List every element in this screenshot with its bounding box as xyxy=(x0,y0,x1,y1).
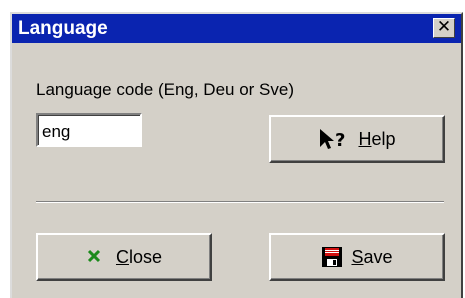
save-label-rest: ave xyxy=(363,246,393,267)
close-button[interactable]: Close xyxy=(36,233,212,281)
divider xyxy=(36,201,444,203)
language-code-input[interactable] xyxy=(36,113,142,147)
title-bar[interactable]: Language ✕ xyxy=(12,14,461,45)
help-access-key: H xyxy=(358,128,372,149)
help-pointer-icon-svg: ? xyxy=(320,129,346,151)
help-button[interactable]: ? Help xyxy=(269,115,445,163)
help-button-label: Help xyxy=(358,129,395,150)
save-button[interactable]: Save xyxy=(269,233,445,281)
dialog-title: Language xyxy=(18,18,108,39)
close-label-rest: lose xyxy=(128,246,163,267)
close-access-key: C xyxy=(115,246,129,267)
save-access-key: S xyxy=(351,246,364,267)
save-button-label: Save xyxy=(351,247,392,268)
floppy-disk-icon xyxy=(321,246,343,268)
svg-text:?: ? xyxy=(335,130,345,151)
help-label-rest: elp xyxy=(371,128,396,149)
language-dialog: Language ✕ Language code (Eng, Deu or Sv… xyxy=(10,12,463,298)
close-icon[interactable]: ✕ xyxy=(433,18,455,38)
close-button-label: Close xyxy=(116,247,162,268)
close-x-icon xyxy=(86,245,102,269)
close-x-icon-svg xyxy=(87,249,101,263)
floppy-disk-icon-svg xyxy=(322,247,343,267)
language-code-label: Language code (Eng, Deu or Sve) xyxy=(36,80,295,99)
help-pointer-icon: ? xyxy=(318,127,350,151)
